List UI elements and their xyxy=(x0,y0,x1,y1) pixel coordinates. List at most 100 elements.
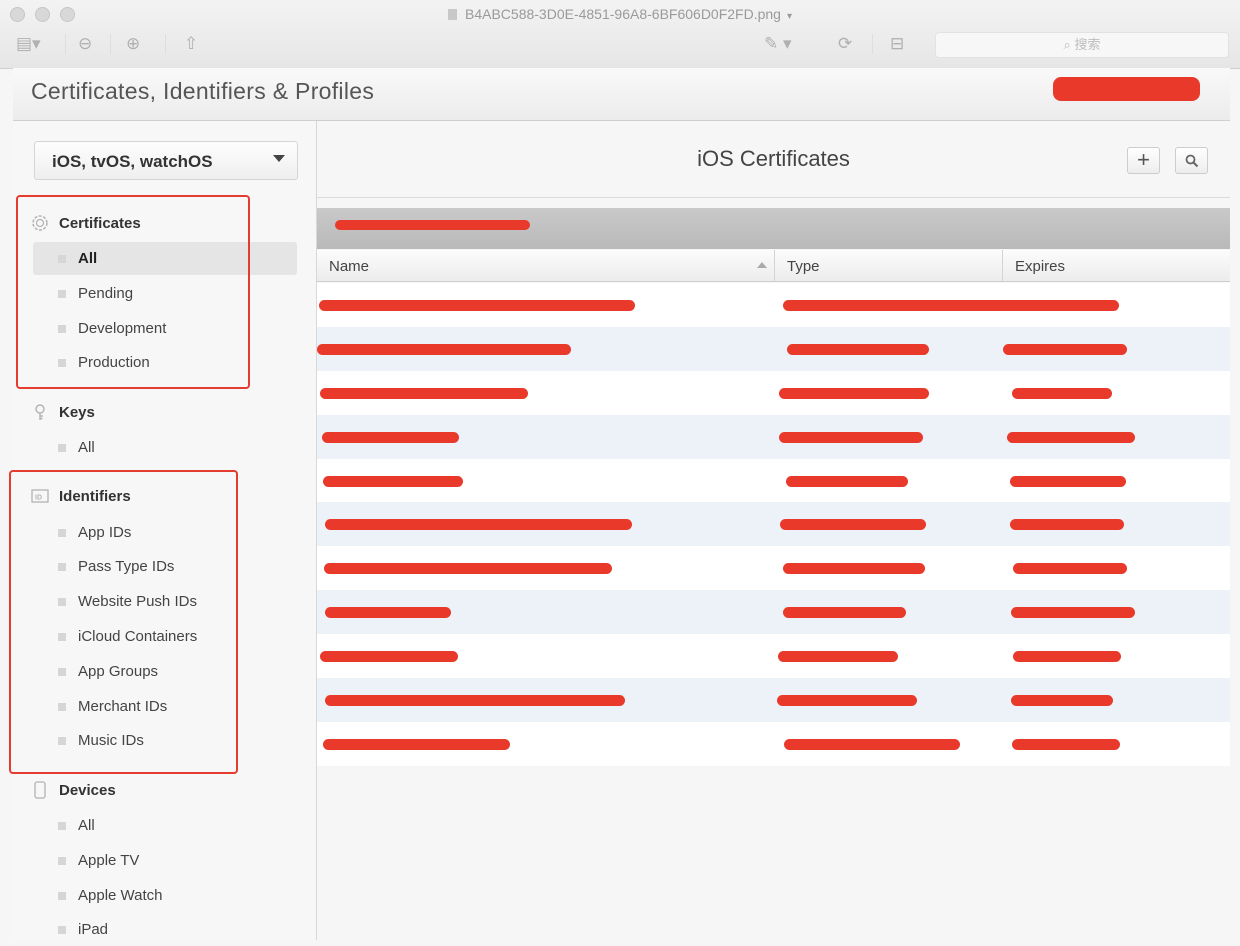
toolbar-divider xyxy=(165,34,166,54)
redaction-mark xyxy=(322,431,459,443)
redaction-mark xyxy=(1003,343,1127,355)
redaction-mark xyxy=(778,651,898,663)
search-certificates-button[interactable] xyxy=(1175,147,1208,174)
bullet-icon xyxy=(58,926,66,934)
zoom-out-icon[interactable]: ⊖ xyxy=(78,34,92,54)
certificate-group-bar xyxy=(317,208,1230,249)
redaction-mark xyxy=(1011,695,1113,707)
add-certificate-button[interactable]: + xyxy=(1127,147,1160,174)
redaction-mark xyxy=(325,695,625,707)
nav-devices-apple-watch[interactable]: Apple Watch xyxy=(33,879,297,912)
redaction-mark xyxy=(317,343,571,355)
redaction-mark xyxy=(777,695,917,707)
nav-label: Apple Watch xyxy=(78,887,163,904)
redaction-mark xyxy=(319,300,635,311)
rotate-icon[interactable]: ⟳ xyxy=(838,34,852,54)
nav-label: All xyxy=(78,817,95,834)
redaction-mark xyxy=(323,475,463,487)
column-header-name[interactable]: Name xyxy=(317,250,775,282)
redaction-mark xyxy=(783,300,1119,311)
table-row[interactable] xyxy=(317,678,1230,722)
platform-select[interactable]: iOS, tvOS, watchOS xyxy=(34,141,298,180)
table-row[interactable] xyxy=(317,721,1230,766)
page-header: Certificates, Identifiers & Profiles xyxy=(13,68,1230,121)
table-row[interactable] xyxy=(317,458,1230,503)
markup-icon[interactable]: ✎ ▾ xyxy=(764,34,792,54)
sidebar-toggle-icon[interactable]: ▤▾ xyxy=(16,34,41,54)
nav-label: iPad xyxy=(78,921,109,938)
bullet-icon xyxy=(58,822,66,830)
toolbox-icon[interactable]: ⊟ xyxy=(890,34,904,54)
sidebar: iOS, tvOS, watchOS Certificates All Pend… xyxy=(9,121,317,940)
toolbar-divider xyxy=(110,34,111,54)
zoom-in-icon[interactable]: ⊕ xyxy=(126,34,140,54)
search-input[interactable]: ⌕ 搜索 xyxy=(935,32,1229,58)
certificates-table xyxy=(317,283,1230,766)
table-row[interactable] xyxy=(317,326,1230,371)
content-empty-area xyxy=(317,775,1230,940)
redaction-mark xyxy=(323,738,510,750)
table-row[interactable] xyxy=(317,502,1230,547)
toolbar-divider xyxy=(872,34,873,54)
bullet-icon xyxy=(58,444,66,452)
section-devices-label: Devices xyxy=(59,782,116,799)
search-placeholder: 搜索 xyxy=(1074,37,1101,52)
annotation-box-certificates xyxy=(16,195,250,389)
table-row[interactable] xyxy=(317,546,1230,591)
bullet-icon xyxy=(58,857,66,865)
redaction-mark xyxy=(1013,563,1127,575)
annotation-box-identifiers xyxy=(9,470,238,774)
window-titlebar: B4ABC588-3D0E-4851-96A8-6BF606D0F2FD.png… xyxy=(0,0,1240,69)
nav-devices-apple-tv[interactable]: Apple TV xyxy=(33,844,297,877)
column-header-type[interactable]: Type xyxy=(775,250,1003,282)
nav-label: All xyxy=(78,439,95,456)
document-icon xyxy=(448,9,457,20)
window-filename: B4ABC588-3D0E-4851-96A8-6BF606D0F2FD.png xyxy=(465,6,781,22)
device-icon xyxy=(34,781,46,799)
redaction-mark xyxy=(1010,519,1124,531)
content-header: iOS Certificates + xyxy=(317,121,1230,198)
column-type-label: Type xyxy=(787,258,820,275)
redaction-mark xyxy=(1011,607,1135,619)
plus-icon: + xyxy=(1137,147,1150,172)
sort-ascending-icon xyxy=(757,262,767,268)
nav-label: Apple TV xyxy=(78,852,140,869)
redaction-mark xyxy=(779,387,929,399)
table-row[interactable] xyxy=(317,414,1230,459)
redaction-mark xyxy=(780,519,926,531)
key-icon xyxy=(35,404,45,420)
share-icon[interactable]: ⇧ xyxy=(184,34,198,54)
redaction-mark xyxy=(1010,475,1126,487)
toolbar-divider xyxy=(65,34,66,54)
redaction-mark xyxy=(1012,738,1120,750)
redaction-mark xyxy=(325,607,451,619)
search-icon: ⌕ xyxy=(1063,37,1071,52)
table-row[interactable] xyxy=(317,634,1230,679)
redaction-mark xyxy=(1013,651,1121,663)
redaction-mark xyxy=(1053,77,1200,101)
redaction-mark xyxy=(1012,387,1112,399)
column-expires-label: Expires xyxy=(1015,258,1066,275)
redaction-mark xyxy=(335,220,530,230)
bullet-icon xyxy=(58,892,66,900)
redaction-mark xyxy=(325,519,632,531)
chevron-down-icon xyxy=(273,155,285,162)
platform-select-value: iOS, tvOS, watchOS xyxy=(52,152,213,171)
table-row[interactable] xyxy=(317,283,1230,327)
section-keys-label: Keys xyxy=(59,404,95,421)
redaction-mark xyxy=(1007,431,1135,443)
magnifier-icon xyxy=(1185,154,1198,168)
window-title: B4ABC588-3D0E-4851-96A8-6BF606D0F2FD.png… xyxy=(0,6,1240,22)
nav-devices-all[interactable]: All xyxy=(33,809,297,842)
nav-devices-ipad[interactable]: iPad xyxy=(33,913,297,946)
redaction-mark xyxy=(783,607,906,619)
nav-keys-all[interactable]: All xyxy=(33,431,297,464)
redaction-mark xyxy=(786,475,908,487)
page-title: Certificates, Identifiers & Profiles xyxy=(31,78,375,104)
redaction-mark xyxy=(324,563,612,575)
table-row[interactable] xyxy=(317,370,1230,415)
table-row[interactable] xyxy=(317,590,1230,635)
redaction-mark xyxy=(320,651,458,663)
chevron-down-icon[interactable]: ▾ xyxy=(787,11,792,22)
column-header-expires[interactable]: Expires xyxy=(1003,250,1230,282)
